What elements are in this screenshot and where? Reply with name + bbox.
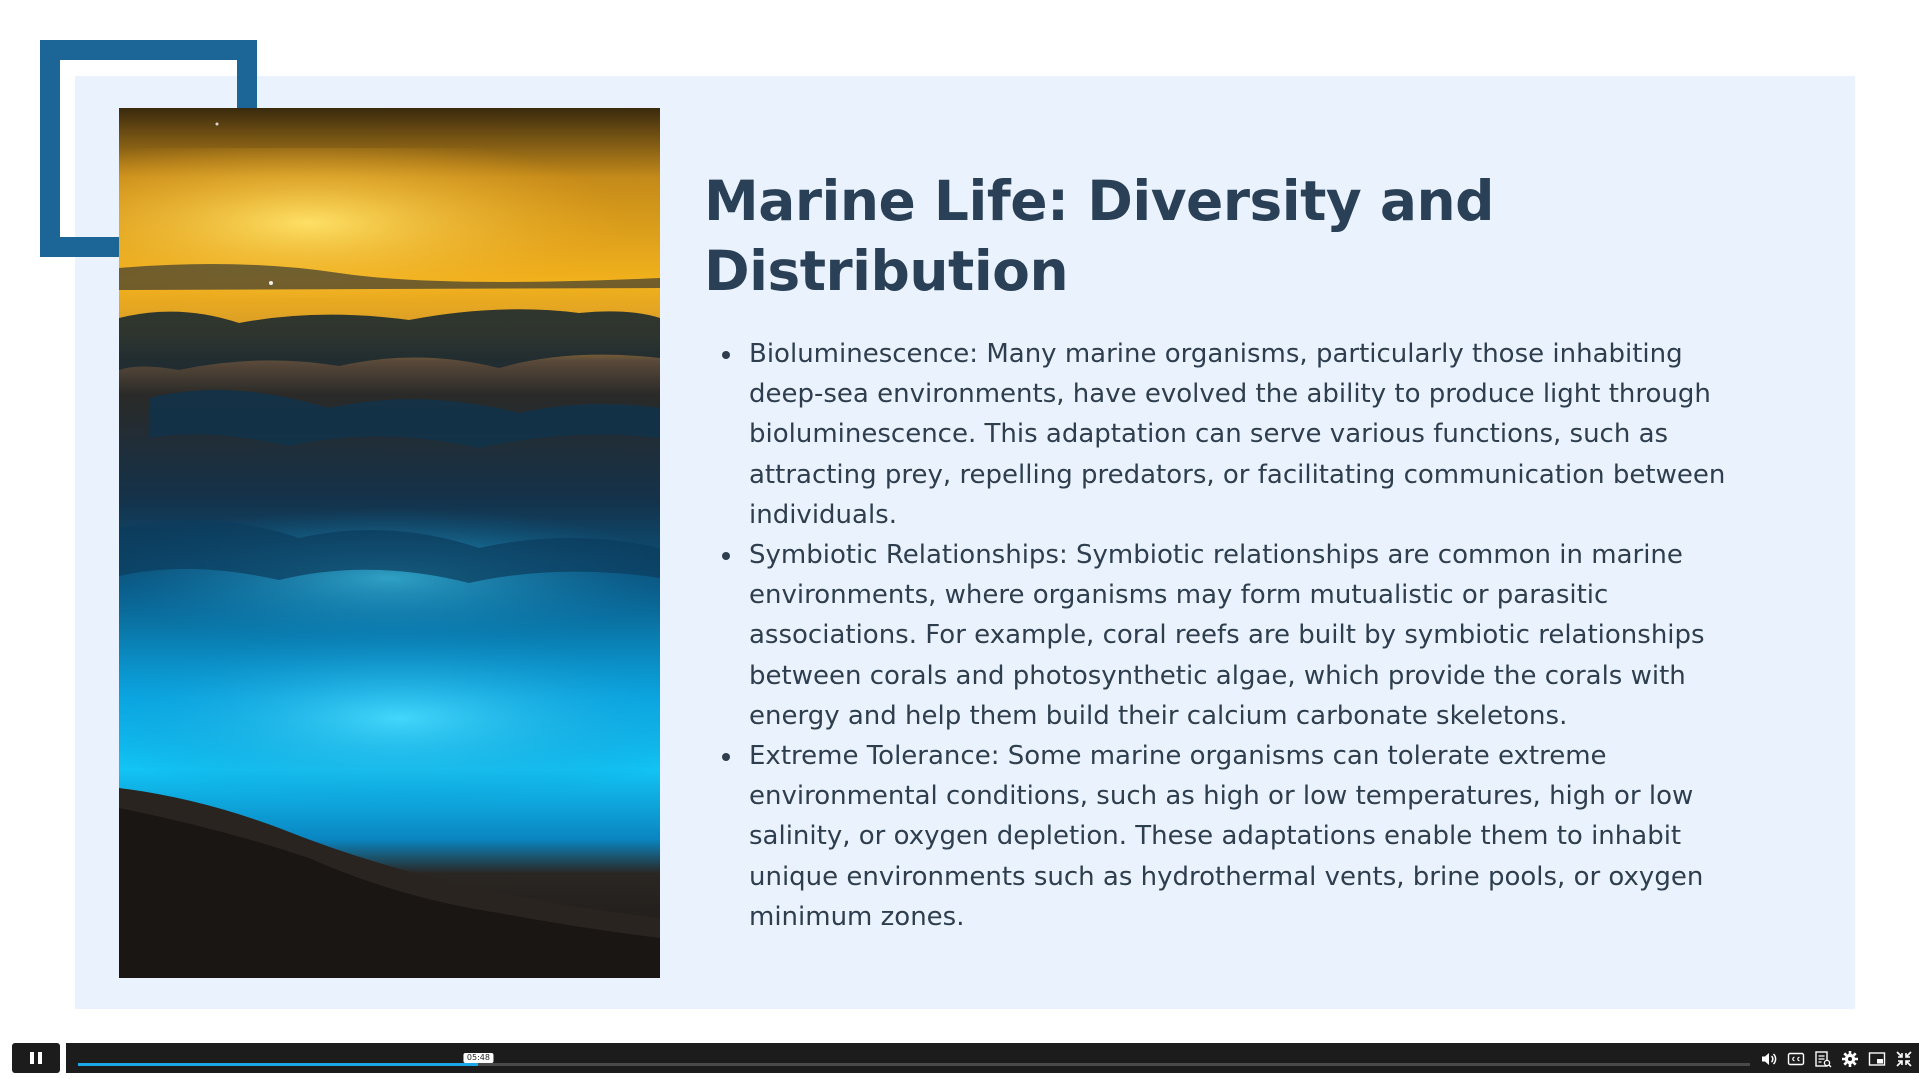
- current-time-tooltip: 05:48: [463, 1053, 493, 1063]
- bullet-item: Bioluminescence: Many marine organisms, …: [722, 334, 1762, 535]
- captions-icon[interactable]: [1787, 1050, 1805, 1068]
- video-player: Marine Life: Diversity and Distribution …: [0, 0, 1919, 1079]
- volume-icon[interactable]: [1760, 1050, 1778, 1068]
- progress-track[interactable]: 05:48: [78, 1053, 1750, 1066]
- bullet-list: Bioluminescence: Many marine organisms, …: [722, 334, 1762, 937]
- slide-title: Marine Life: Diversity and Distribution: [704, 169, 1495, 303]
- control-bar: 05:48: [66, 1043, 1919, 1073]
- pause-button[interactable]: [12, 1043, 60, 1073]
- exit-fullscreen-icon[interactable]: [1895, 1050, 1913, 1068]
- bioluminescent-shore-image: [119, 108, 660, 978]
- settings-icon[interactable]: [1841, 1050, 1859, 1068]
- bullet-item: Symbiotic Relationships: Symbiotic relat…: [722, 535, 1762, 736]
- control-icons: [1760, 1049, 1913, 1069]
- pause-icon: [28, 1052, 44, 1064]
- player-controls: 05:48: [0, 1038, 1919, 1079]
- progress-fill: [78, 1063, 479, 1066]
- transcript-icon[interactable]: [1814, 1050, 1832, 1068]
- bullet-item: Extreme Tolerance: Some marine organisms…: [722, 736, 1762, 937]
- picture-in-picture-icon[interactable]: [1868, 1050, 1886, 1068]
